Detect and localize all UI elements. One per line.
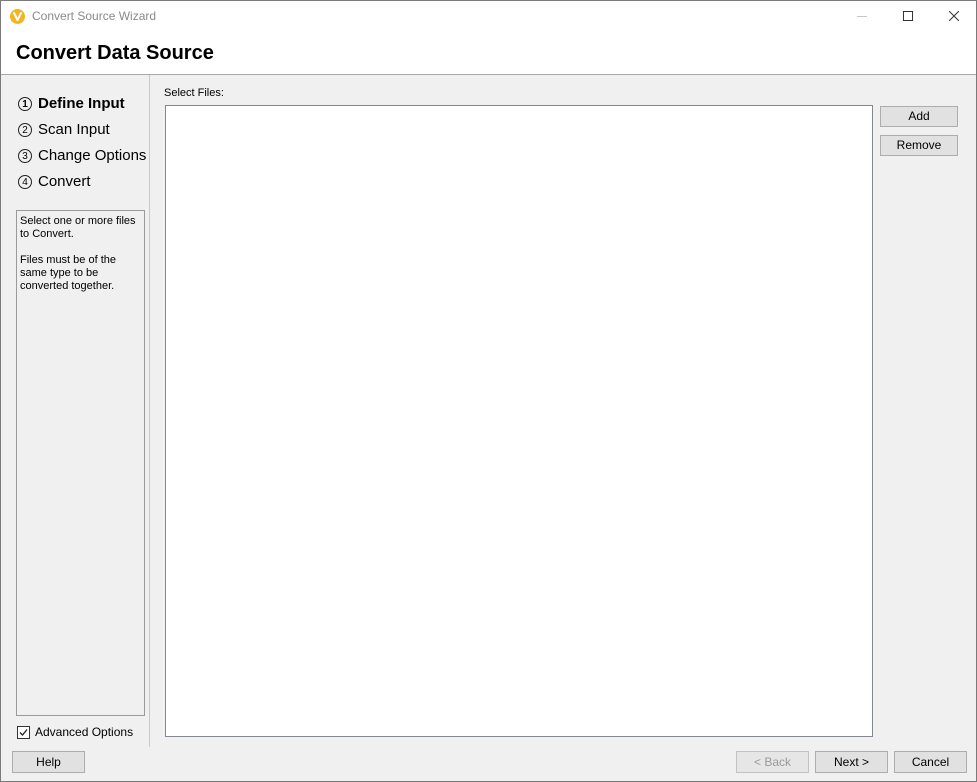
convert-source-wizard-window: Convert Source Wizard Convert Data Sourc…: [0, 0, 977, 782]
selected-files-list[interactable]: [165, 105, 873, 737]
steps-panel: 1 Define Input 2 Scan Input 3 Change Opt…: [1, 75, 149, 747]
minimize-button[interactable]: [839, 1, 885, 31]
add-file-button[interactable]: Add: [880, 106, 958, 127]
title-bar: Convert Source Wizard: [1, 1, 976, 31]
step-label: Change Options: [38, 147, 147, 164]
step-number-icon: 3: [18, 148, 32, 163]
wizard-header: Convert Data Source: [1, 31, 976, 75]
cancel-button[interactable]: Cancel: [894, 751, 967, 773]
back-button[interactable]: < Back: [736, 751, 809, 773]
step-label: Convert: [38, 173, 91, 190]
close-button[interactable]: [931, 1, 976, 31]
minimize-icon: [857, 16, 867, 17]
advanced-options-label: Advanced Options: [35, 725, 134, 739]
panel-divider: [149, 75, 150, 747]
next-button[interactable]: Next >: [815, 751, 888, 773]
step-label: Scan Input: [38, 121, 110, 138]
step-number-icon: 2: [18, 122, 32, 137]
select-files-label: Select Files:: [164, 87, 224, 99]
step-number-icon: 1: [18, 96, 32, 111]
remove-file-button[interactable]: Remove: [880, 135, 958, 156]
help-description-box: Select one or more files to Convert. Fil…: [16, 210, 145, 716]
checkbox-box[interactable]: [17, 725, 30, 739]
step-label: Define Input: [38, 95, 125, 112]
help-text-line: Files must be of the same type to be con…: [20, 254, 116, 292]
close-icon: [949, 11, 959, 21]
advanced-options-checkbox[interactable]: Advanced Options: [17, 725, 133, 739]
step-scan-input: 2 Scan Input: [18, 121, 110, 138]
maximize-icon: [903, 11, 913, 21]
help-button[interactable]: Help: [12, 751, 85, 773]
checkmark-icon: [19, 728, 28, 736]
step-convert: 4 Convert: [18, 173, 91, 190]
maximize-button[interactable]: [885, 1, 931, 31]
step-number-icon: 4: [18, 174, 32, 189]
app-logo-icon: [10, 9, 25, 24]
step-change-options: 3 Change Options: [18, 147, 146, 164]
help-text-line: Select one or more files to Convert.: [20, 215, 136, 240]
step-define-input: 1 Define Input: [18, 95, 125, 112]
window-title: Convert Source Wizard: [32, 9, 157, 23]
page-title: Convert Data Source: [16, 42, 214, 64]
